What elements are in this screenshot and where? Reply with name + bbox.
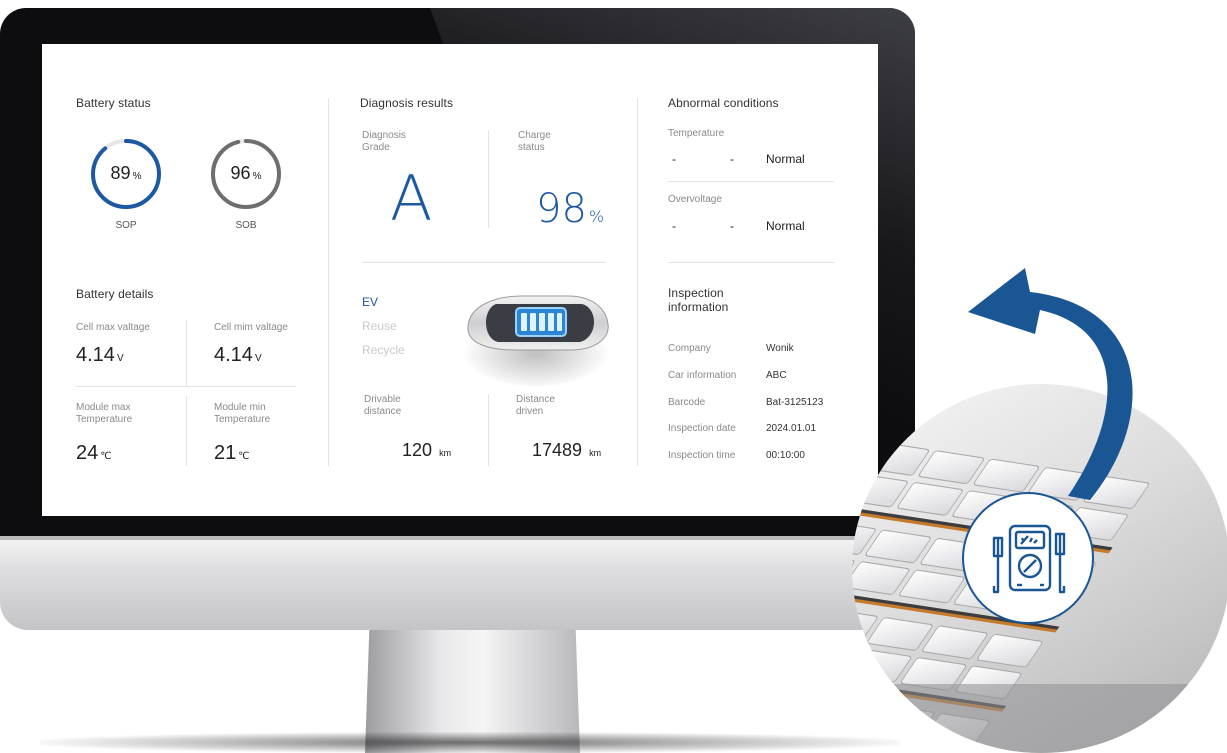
- multimeter-badge: [962, 492, 1094, 624]
- curved-arrow-icon: [968, 268, 1133, 500]
- multimeter-icon: [992, 524, 1066, 594]
